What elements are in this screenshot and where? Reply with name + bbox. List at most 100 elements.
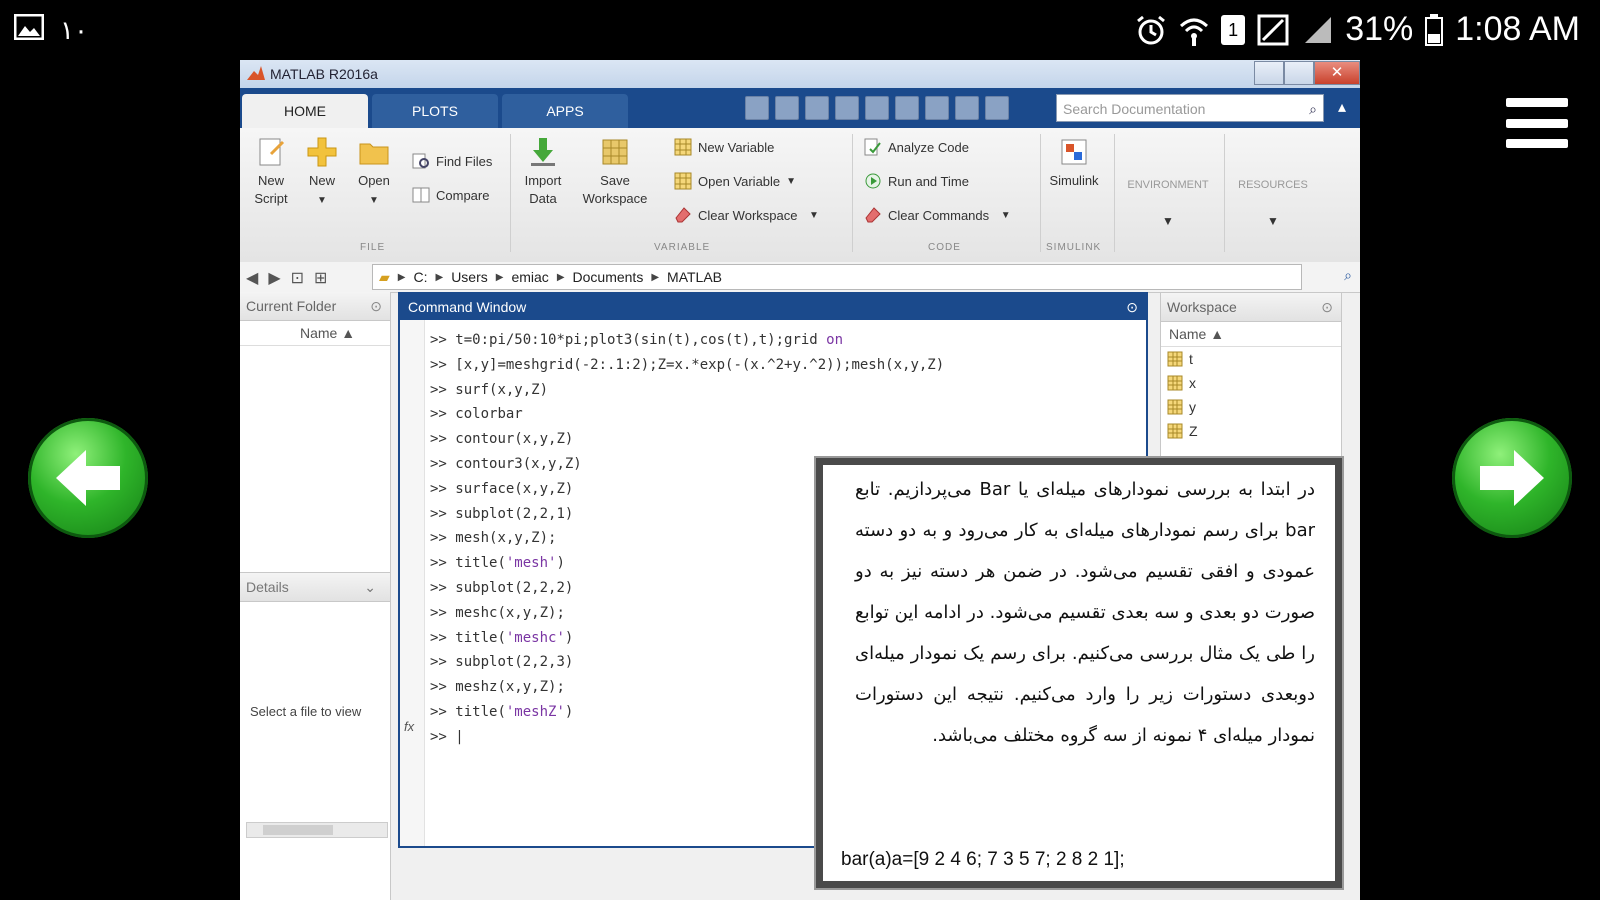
resources-button[interactable]: RESOURCES ▼ bbox=[1228, 176, 1318, 231]
folder-icon bbox=[358, 136, 390, 168]
layout-icon[interactable] bbox=[745, 96, 769, 120]
title-bar: MATLAB R2016a ✕ bbox=[240, 60, 1360, 88]
command-gutter bbox=[400, 320, 425, 846]
cell-signal-icon bbox=[1303, 15, 1333, 45]
tab-apps[interactable]: APPS bbox=[502, 94, 628, 128]
back-icon[interactable]: ◀ bbox=[246, 268, 258, 288]
new-script-icon bbox=[255, 136, 287, 168]
command-line: >> surf(x,y,Z) bbox=[430, 378, 944, 403]
workspace-name-column[interactable]: Name ▲ bbox=[1161, 322, 1341, 347]
prompt: >> bbox=[430, 703, 456, 720]
prompt: >> bbox=[430, 728, 456, 745]
crumb[interactable]: MATLAB bbox=[667, 269, 722, 285]
new-button[interactable]: New ▼ bbox=[302, 136, 342, 210]
paste-icon[interactable] bbox=[865, 96, 889, 120]
environment-button[interactable]: ENVIRONMENT ▼ bbox=[1120, 176, 1216, 231]
maximize-button[interactable] bbox=[1284, 61, 1314, 85]
details-header[interactable]: Details ⌄ bbox=[240, 572, 390, 602]
open-variable-button[interactable]: Open Variable ▼ bbox=[674, 172, 796, 190]
import-icon bbox=[527, 136, 559, 168]
folder-small-icon: ▰ bbox=[379, 268, 390, 285]
panel-options-icon[interactable]: ⊙ bbox=[1126, 294, 1138, 320]
command-text: ) bbox=[564, 629, 574, 646]
signal-icon bbox=[1257, 14, 1291, 46]
collapse-ribbon-icon[interactable]: ▴ bbox=[1330, 96, 1354, 120]
variable-grid-icon bbox=[1167, 399, 1183, 415]
string-literal: 'mesh' bbox=[505, 555, 557, 572]
folder-path[interactable]: ▰ ▶ C: ▶ Users ▶ emiac ▶ Documents ▶ MATLAB bbox=[372, 264, 1302, 290]
menu-icon[interactable] bbox=[1506, 98, 1568, 148]
command-text: meshz(x,y,Z); bbox=[455, 679, 565, 696]
section-file: FILE bbox=[360, 242, 386, 253]
section-variable: VARIABLE bbox=[654, 242, 711, 253]
copy-icon[interactable] bbox=[835, 96, 859, 120]
command-text: title( bbox=[455, 629, 506, 646]
tutorial-text-box: در ابتدا به بررسی نمودارهای میله‌ای یا B… bbox=[816, 458, 1342, 888]
status-number: ١٠ bbox=[60, 15, 88, 46]
up-folder-icon[interactable]: ⊡ bbox=[291, 268, 304, 288]
find-files-button[interactable]: Find Files bbox=[412, 152, 492, 170]
string-literal: 'meshZ' bbox=[505, 703, 565, 720]
import-data-button[interactable]: Import Data bbox=[518, 136, 568, 208]
path-search-icon[interactable]: ⌕ bbox=[1344, 267, 1352, 284]
compare-icon bbox=[412, 187, 430, 203]
clear-commands-button[interactable]: Clear Commands ▼ bbox=[864, 206, 1011, 224]
command-text: surface(x,y,Z) bbox=[455, 480, 574, 497]
cut-icon[interactable] bbox=[805, 96, 829, 120]
arrow-right-icon bbox=[1480, 450, 1544, 506]
tab-plots[interactable]: PLOTS bbox=[372, 94, 498, 128]
search-documentation-input[interactable]: Search Documentation ⌕ bbox=[1056, 94, 1324, 122]
switch-windows-icon[interactable] bbox=[955, 96, 979, 120]
crumb[interactable]: emiac bbox=[511, 269, 548, 285]
save-workspace-icon bbox=[599, 136, 631, 168]
function-browser-icon[interactable]: fx bbox=[404, 719, 414, 734]
new-variable-button[interactable]: New Variable bbox=[674, 138, 774, 156]
crumb[interactable]: C: bbox=[413, 269, 427, 285]
command-text: mesh(x,y,Z); bbox=[455, 530, 557, 547]
command-line: >> colorbar bbox=[430, 402, 944, 427]
clear-workspace-button[interactable]: Clear Workspace ▼ bbox=[674, 206, 819, 224]
compare-button[interactable]: Compare bbox=[412, 186, 489, 204]
new-script-button[interactable]: New Script bbox=[246, 136, 296, 208]
browse-folder-icon[interactable]: ⊞ bbox=[314, 268, 327, 288]
close-button[interactable]: ✕ bbox=[1314, 61, 1360, 85]
workspace-var[interactable]: Z bbox=[1161, 419, 1341, 443]
new-variable-icon bbox=[674, 138, 692, 156]
crumb[interactable]: Users bbox=[451, 269, 488, 285]
tab-home[interactable]: HOME bbox=[242, 94, 368, 128]
analyze-code-button[interactable]: Analyze Code bbox=[864, 138, 969, 156]
window-controls: ✕ bbox=[1254, 60, 1360, 85]
run-and-time-button[interactable]: Run and Time bbox=[864, 172, 969, 190]
status-right: 1 31% 1:08 AM bbox=[1135, 10, 1580, 49]
details-message: Select a file to view bbox=[250, 704, 362, 719]
battery-percent: 31% bbox=[1345, 10, 1414, 48]
minimize-button[interactable] bbox=[1254, 61, 1284, 85]
open-button[interactable]: Open ▼ bbox=[352, 136, 396, 210]
gallery-icon bbox=[13, 13, 45, 47]
prompt: >> bbox=[430, 629, 456, 646]
redo-icon[interactable] bbox=[925, 96, 949, 120]
crumb[interactable]: Documents bbox=[573, 269, 644, 285]
workspace-var[interactable]: x bbox=[1161, 371, 1341, 395]
undo-icon[interactable] bbox=[895, 96, 919, 120]
name-column-header[interactable]: Name ▲ bbox=[240, 321, 390, 346]
workspace-var[interactable]: t bbox=[1161, 347, 1341, 371]
matlab-logo-icon bbox=[246, 65, 266, 86]
save-workspace-button[interactable]: Save Workspace bbox=[576, 136, 654, 208]
panel-options-icon[interactable]: ⊙ bbox=[1321, 293, 1333, 321]
ribbon: New Script New ▼ Open ▼ Find Files Compare… bbox=[240, 128, 1360, 263]
command-text: surf(x,y,Z) bbox=[455, 381, 549, 398]
search-icon: ⌕ bbox=[1309, 101, 1317, 117]
next-arrow-button[interactable] bbox=[1452, 418, 1572, 538]
panel-options-icon[interactable]: ⊙ bbox=[370, 292, 382, 320]
prompt: >> bbox=[430, 431, 456, 448]
forward-icon[interactable]: ▶ bbox=[268, 268, 280, 288]
help-icon[interactable] bbox=[985, 96, 1009, 120]
tutorial-text: در ابتدا به بررسی نمودارهای میله‌ای یا B… bbox=[855, 479, 1315, 746]
horizontal-scrollbar[interactable] bbox=[246, 822, 388, 838]
previous-arrow-button[interactable] bbox=[28, 418, 148, 538]
workspace-var[interactable]: y bbox=[1161, 395, 1341, 419]
save-icon[interactable] bbox=[775, 96, 799, 120]
simulink-button[interactable]: Simulink bbox=[1046, 136, 1102, 190]
prompt: >> bbox=[430, 505, 456, 522]
